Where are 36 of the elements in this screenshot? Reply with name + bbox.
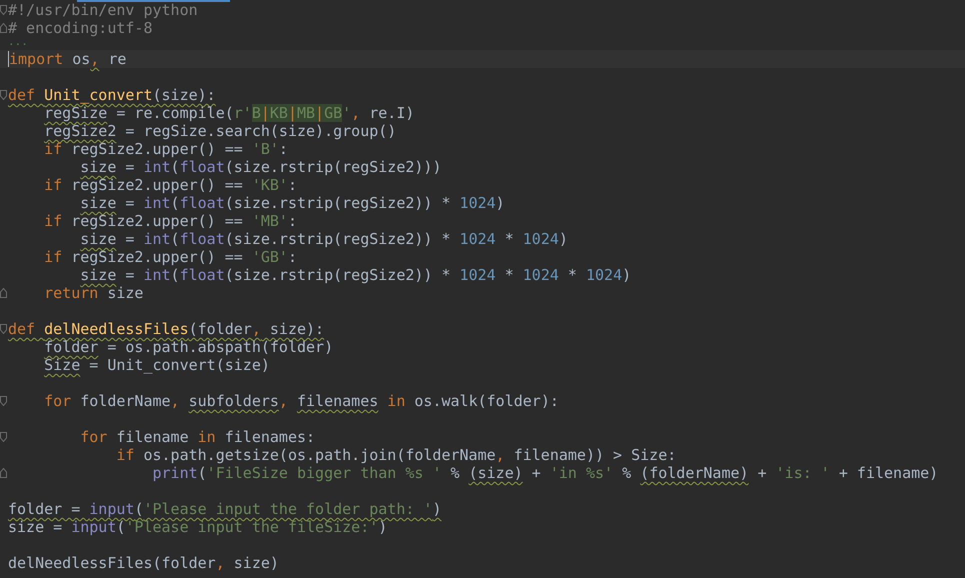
code-line: regSize2 = regSize.search(size).group() [44, 122, 396, 140]
code-line: folder = input('Please input the folder path: ') [8, 500, 442, 518]
code-line: delNeedlessFiles(folder, size) [8, 554, 279, 572]
code-line: #!/usr/bin/env python [8, 1, 198, 19]
code-line: if regSize2.upper() == 'B': [44, 140, 288, 158]
code-line: if regSize2.upper() == 'MB': [44, 212, 297, 230]
code-line: size = int(float(size.rstrip(regSize2)) * 1024) [80, 194, 505, 212]
code-line: regSize = re.compile(r'B|KB|MB|GB', re.I) [44, 104, 414, 122]
code-line: if regSize2.upper() == 'GB': [44, 248, 297, 266]
code-line: import os, re [9, 50, 126, 68]
fold-icon[interactable] [0, 432, 7, 442]
fold-icon[interactable] [0, 288, 7, 298]
code-line: size = int(float(size.rstrip(regSize2)) * 1024 * 1024 * 1024) [80, 266, 632, 284]
code-line: for filename in filenames: [80, 428, 316, 446]
code-line: return size [44, 284, 144, 302]
code-line: if os.path.getsize(os.path.join(folderName, filename)) > Size: [116, 446, 676, 464]
code-line: Size = Unit_convert(size) [44, 356, 270, 374]
code-line: folder = os.path.abspath(folder) [44, 338, 334, 356]
text-caret [8, 51, 9, 67]
fold-icon[interactable] [0, 23, 7, 33]
code-line: def delNeedlessFiles(folder, size): [8, 320, 324, 338]
code-line: ... [8, 37, 28, 47]
fold-icon[interactable] [0, 90, 7, 100]
fold-icon[interactable] [0, 324, 7, 334]
scroll-thumb[interactable] [77, 0, 230, 2]
code-line: size = int(float(size.rstrip(regSize2))) [80, 158, 442, 176]
code-line: size = int(float(size.rstrip(regSize2)) * 1024 * 1024) [80, 230, 568, 248]
code-line: def Unit_convert(size): [8, 86, 216, 104]
code-line: # encoding:utf-8 [8, 19, 152, 37]
fold-icon[interactable] [0, 396, 7, 406]
code-line: print('FileSize bigger than %s ' % (size) + 'in %s' % (folderName) + 'is: ' + filename) [152, 464, 938, 482]
fold-icon[interactable] [0, 468, 7, 478]
code-line: if regSize2.upper() == 'KB': [44, 176, 297, 194]
fold-icon[interactable] [0, 5, 7, 15]
code-line: for folderName, subfolders, filenames in os.walk(folder): [44, 392, 559, 410]
code-line: size = input('Please input the fileSize:') [8, 518, 388, 536]
